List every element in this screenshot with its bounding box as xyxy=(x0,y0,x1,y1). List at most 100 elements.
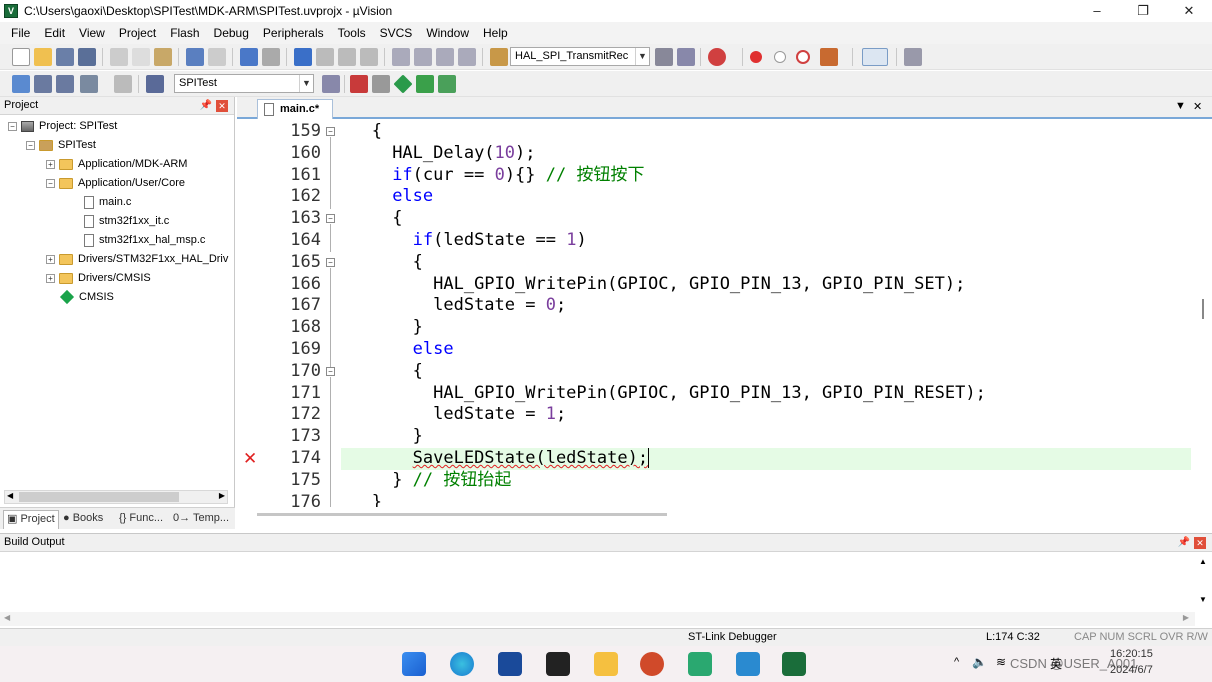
stop-build-icon[interactable] xyxy=(114,75,132,93)
tree-file-main-c[interactable]: main.c xyxy=(82,193,131,212)
nav-forward-icon[interactable] xyxy=(262,48,280,66)
new-file-icon[interactable] xyxy=(12,48,30,66)
configure-icon[interactable] xyxy=(904,48,922,66)
debug-session-icon[interactable] xyxy=(708,48,726,66)
editor-horizontal-scrollbar[interactable] xyxy=(257,513,667,516)
tree-component-cmsis[interactable]: CMSIS xyxy=(59,288,114,307)
menu-edit[interactable]: Edit xyxy=(37,23,72,43)
rebuild-icon[interactable] xyxy=(56,75,74,93)
tree-target-spitest[interactable]: − SPITest xyxy=(26,136,96,155)
indent-icon[interactable] xyxy=(392,48,410,66)
scrollbar-thumb[interactable] xyxy=(1202,299,1204,319)
tab-main-c[interactable]: main.c* xyxy=(257,99,333,119)
expand-icon[interactable]: + xyxy=(46,273,55,283)
menu-svcs[interactable]: SVCS xyxy=(373,23,420,43)
close-tab-icon[interactable]: ✕ xyxy=(1193,100,1202,113)
file-extensions-icon[interactable] xyxy=(350,75,368,93)
cut-icon[interactable] xyxy=(110,48,128,66)
tree-file-hal-msp-c[interactable]: stm32f1xx_hal_msp.c xyxy=(82,231,205,250)
scroll-right-icon[interactable]: ▶ xyxy=(219,491,225,500)
scroll-right-icon[interactable]: ▶ xyxy=(1183,613,1189,622)
tree-group-drivers-hal[interactable]: + Drivers/STM32F1xx_HAL_Driv xyxy=(46,250,228,269)
pack-installer-icon[interactable] xyxy=(393,74,413,94)
tree-group-app-mdkarm[interactable]: + Application/MDK-ARM xyxy=(46,155,187,174)
menu-flash[interactable]: Flash xyxy=(163,23,206,43)
disable-all-breakpoints-icon[interactable] xyxy=(820,48,838,66)
editor-vertical-scrollbar[interactable] xyxy=(1194,121,1212,507)
tree-group-app-user-core[interactable]: − Application/User/Core xyxy=(46,174,185,193)
minimize-button[interactable]: – xyxy=(1074,0,1120,22)
chevron-down-icon[interactable]: ▼ xyxy=(299,75,313,92)
tab-project[interactable]: ▣ Project xyxy=(3,510,59,529)
disable-breakpoint-icon[interactable] xyxy=(774,51,786,63)
run-time-environment-icon[interactable] xyxy=(438,75,456,93)
error-marker-icon[interactable]: ✕ xyxy=(243,448,257,470)
scroll-up-icon[interactable]: ▲ xyxy=(1199,557,1207,566)
menu-project[interactable]: Project xyxy=(112,23,163,43)
scroll-left-icon[interactable]: ◀ xyxy=(7,491,13,500)
uncomment-icon[interactable] xyxy=(458,48,476,66)
collapse-icon[interactable]: − xyxy=(8,121,17,131)
comment-icon[interactable] xyxy=(436,48,454,66)
project-horizontal-scrollbar[interactable]: ◀ ▶ xyxy=(4,490,228,504)
fold-toggle-icon[interactable]: − xyxy=(326,214,335,223)
close-icon[interactable]: ✕ xyxy=(216,100,228,112)
speaker-icon[interactable]: 🔈 xyxy=(972,655,987,669)
scroll-left-icon[interactable]: ◀ xyxy=(4,613,10,622)
start-icon[interactable] xyxy=(402,652,426,676)
menu-view[interactable]: View xyxy=(72,23,112,43)
chevron-up-icon[interactable]: ^ xyxy=(954,656,959,668)
incremental-find-icon[interactable] xyxy=(677,48,695,66)
breakpoint-icon[interactable] xyxy=(750,51,762,63)
open-file-icon[interactable] xyxy=(34,48,52,66)
uvision-taskbar-icon[interactable] xyxy=(782,652,806,676)
menu-peripherals[interactable]: Peripherals xyxy=(256,23,331,43)
clock-date[interactable]: 2024/6/7 xyxy=(1110,664,1153,676)
build-output-text[interactable] xyxy=(0,553,1195,610)
find-in-files-icon[interactable] xyxy=(490,48,508,66)
fold-toggle-icon[interactable]: − xyxy=(326,258,335,267)
edge-icon[interactable] xyxy=(450,652,474,676)
expand-icon[interactable]: + xyxy=(46,254,55,264)
close-icon[interactable]: ✕ xyxy=(1194,537,1206,549)
build-horizontal-scrollbar[interactable]: ◀ ▶ xyxy=(0,612,1195,626)
maximize-button[interactable]: ❐ xyxy=(1120,0,1166,22)
collapse-icon[interactable]: − xyxy=(26,140,35,150)
select-packs-icon[interactable] xyxy=(416,75,434,93)
nav-back-icon[interactable] xyxy=(240,48,258,66)
menu-file[interactable]: File xyxy=(4,23,37,43)
target-combo[interactable]: SPITest ▼ xyxy=(174,74,314,93)
stm32cubemx-icon[interactable] xyxy=(688,652,712,676)
code-editor[interactable]: 159 160 161 162 163 164 165 166 167 168 … xyxy=(237,121,1192,507)
file-explorer-icon[interactable] xyxy=(594,652,618,676)
undo-icon[interactable] xyxy=(186,48,204,66)
menu-help[interactable]: Help xyxy=(476,23,515,43)
manage-packs-icon[interactable] xyxy=(372,75,390,93)
chat-app-icon[interactable] xyxy=(736,652,760,676)
tab-templates[interactable]: 0→ Temp... xyxy=(170,510,232,529)
camera-app-icon[interactable] xyxy=(546,652,570,676)
prev-bookmark-icon[interactable] xyxy=(316,48,334,66)
pin-icon[interactable]: 📌 xyxy=(1178,534,1190,551)
tab-books[interactable]: ● Books xyxy=(60,510,106,529)
menu-tools[interactable]: Tools xyxy=(331,23,373,43)
find-combo[interactable]: HAL_SPI_TransmitRec ▼ xyxy=(510,47,650,66)
tree-file-it-c[interactable]: stm32f1xx_it.c xyxy=(82,212,169,231)
clear-bookmarks-icon[interactable] xyxy=(360,48,378,66)
close-button[interactable]: ✕ xyxy=(1166,0,1212,22)
redo-icon[interactable] xyxy=(208,48,226,66)
fold-toggle-icon[interactable]: − xyxy=(326,367,335,376)
expand-icon[interactable]: + xyxy=(46,159,55,169)
build-vertical-scrollbar[interactable]: ▲ ▼ xyxy=(1195,553,1212,613)
build-icon[interactable] xyxy=(34,75,52,93)
tab-functions[interactable]: {} Func... xyxy=(116,510,166,529)
target-options-icon[interactable] xyxy=(322,75,340,93)
menu-window[interactable]: Window xyxy=(419,23,476,43)
pin-icon[interactable]: 📌 xyxy=(200,97,212,114)
copy-icon[interactable] xyxy=(132,48,150,66)
window-layout-icon[interactable] xyxy=(862,48,888,66)
translate-icon[interactable] xyxy=(12,75,30,93)
tree-group-drivers-cmsis[interactable]: + Drivers/CMSIS xyxy=(46,269,151,288)
powerpoint-icon[interactable] xyxy=(640,652,664,676)
whiteboard-icon[interactable] xyxy=(498,652,522,676)
